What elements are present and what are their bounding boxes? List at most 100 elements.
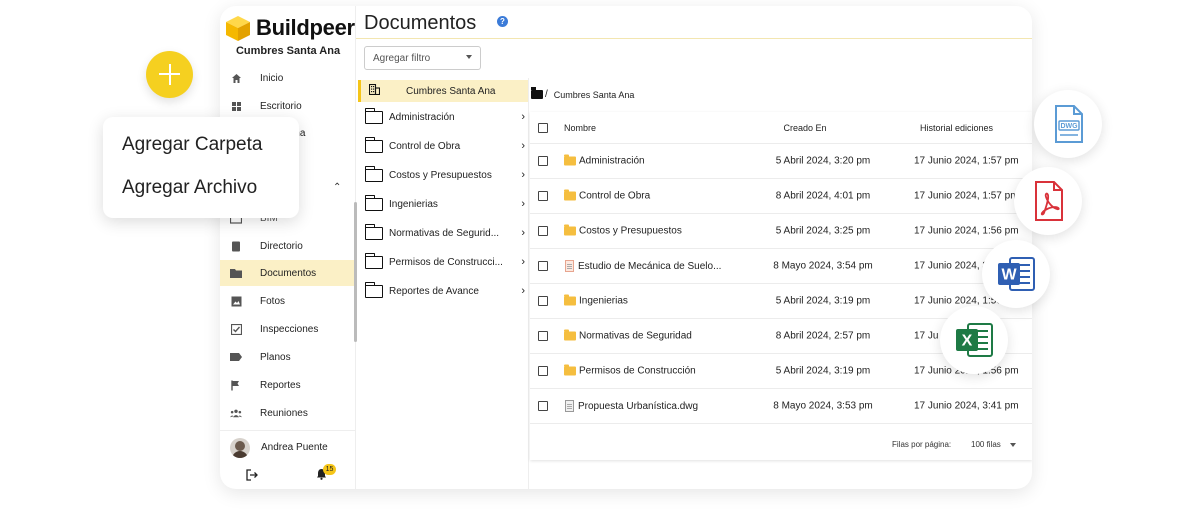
tree-item[interactable]: Ingenierias › <box>364 194 525 214</box>
pdf-file-icon <box>1035 181 1063 221</box>
brand[interactable]: Buildpeer <box>224 12 355 44</box>
row-created: 5 Abril 2024, 3:25 pm <box>775 225 871 237</box>
row-created: 5 Abril 2024, 3:19 pm <box>775 295 871 307</box>
table-row[interactable]: Costos y Presupuestos 5 Abril 2024, 3:25… <box>530 214 1032 249</box>
brand-name: Buildpeer <box>256 15 355 40</box>
row-checkbox[interactable] <box>538 366 548 376</box>
row-checkbox[interactable] <box>538 261 548 271</box>
table-header: Nombre Creado En Historial ediciones <box>530 112 1032 144</box>
chevron-right-icon[interactable]: › <box>513 169 525 181</box>
sidebar-item-fotos[interactable]: Fotos <box>220 288 356 314</box>
sidebar-item-inicio[interactable]: Inicio <box>220 65 356 91</box>
table-row[interactable]: Control de Obra 8 Abril 2024, 4:01 pm 17… <box>530 179 1032 214</box>
folder-icon <box>564 364 576 376</box>
chevron-right-icon[interactable]: › <box>513 285 525 297</box>
row-checkbox[interactable] <box>538 401 548 411</box>
tree-item-label: Costos y Presupuestos <box>389 169 492 181</box>
tree-item[interactable]: Reportes de Avance › <box>364 281 525 301</box>
chevron-right-icon[interactable]: › <box>513 198 525 210</box>
sidebar-item-label: Reportes <box>260 379 301 391</box>
row-name-text: Administración <box>579 155 645 167</box>
caret-down-icon[interactable] <box>1010 443 1016 447</box>
tree-root-label: Cumbres Santa Ana <box>406 85 496 97</box>
folder-icon <box>564 154 576 166</box>
chevron-right-icon[interactable]: › <box>513 111 525 123</box>
sidebar-item-reuniones[interactable]: Reuniones <box>220 400 356 426</box>
book-icon <box>230 240 242 252</box>
sidebar-item-directorio[interactable]: Directorio <box>220 233 356 259</box>
dwg-file-icon <box>565 400 574 412</box>
sidebar: Buildpeer Cumbres Santa Ana Inicio Escri… <box>220 6 357 489</box>
dwg-file-badge: DWG <box>1034 90 1102 158</box>
excel-file-badge: X <box>940 306 1008 374</box>
row-name: Costos y Presupuestos <box>564 224 682 237</box>
select-all-checkbox[interactable] <box>538 122 548 133</box>
row-name-text: Normativas de Seguridad <box>579 330 692 342</box>
tree-item-label: Permisos de Construcci... <box>389 256 503 268</box>
tree-item[interactable]: Permisos de Construcci... › <box>364 252 525 272</box>
sidebar-item-documentos[interactable]: Documentos <box>220 260 356 286</box>
tree-root[interactable]: Cumbres Santa Ana <box>358 80 528 102</box>
sidebar-item-label: Documentos <box>260 267 317 279</box>
row-created: 8 Mayo 2024, 3:53 pm <box>773 400 873 412</box>
sidebar-item-label: Inspecciones <box>260 323 319 335</box>
tree-item-label: Reportes de Avance <box>389 285 479 297</box>
breadcrumb-separator: / <box>545 89 548 100</box>
row-name-text: Costos y Presupuestos <box>579 225 682 237</box>
menu-item-add-folder[interactable]: Agregar Carpeta <box>122 134 262 156</box>
logout-icon[interactable] <box>246 469 259 484</box>
add-filter-select[interactable]: Agregar filtro <box>364 46 481 70</box>
row-checkbox[interactable] <box>538 226 548 236</box>
sidebar-item-inspecciones[interactable]: Inspecciones <box>220 316 356 342</box>
column-header-history[interactable]: Historial ediciones <box>902 123 1032 133</box>
chevron-right-icon[interactable]: › <box>513 227 525 239</box>
row-name-text: Ingenierias <box>579 295 628 307</box>
menu-item-add-file[interactable]: Agregar Archivo <box>122 177 257 199</box>
chevron-right-icon[interactable]: › <box>513 140 525 152</box>
label-icon <box>230 351 242 363</box>
breadcrumb-item[interactable]: Cumbres Santa Ana <box>554 90 635 100</box>
add-button[interactable] <box>146 51 193 98</box>
tree-item[interactable]: Administración › <box>364 107 525 127</box>
word-file-badge: W <box>982 240 1050 308</box>
folder-outline-icon <box>364 165 383 182</box>
row-name: Administración <box>564 154 645 167</box>
stage: Buildpeer Cumbres Santa Ana Inicio Escri… <box>0 0 1199 530</box>
tree-item[interactable]: Costos y Presupuestos › <box>364 165 525 185</box>
sidebar-item-planos[interactable]: Planos <box>220 344 356 370</box>
help-icon[interactable]: ? <box>497 16 508 27</box>
tree-item[interactable]: Normativas de Segurid... › <box>364 223 525 243</box>
column-header-name[interactable]: Nombre <box>564 123 596 133</box>
people-icon <box>230 407 242 419</box>
folder-outline-icon <box>364 281 383 298</box>
rows-per-page-select[interactable]: 100 filas <box>971 440 1001 449</box>
folder-outline-icon <box>364 194 383 211</box>
folder-outline-icon <box>364 136 383 153</box>
row-checkbox[interactable] <box>538 191 548 201</box>
row-checkbox[interactable] <box>538 331 548 341</box>
folder-icon <box>564 294 576 306</box>
column-header-created[interactable]: Creado En <box>730 123 880 133</box>
row-checkbox[interactable] <box>538 296 548 306</box>
row-checkbox[interactable] <box>538 156 548 166</box>
table-row[interactable]: Administración 5 Abril 2024, 3:20 pm 17 … <box>530 144 1032 179</box>
breadcrumb: / Cumbres Santa Ana <box>531 87 635 100</box>
sidebar-item-label: Escritorio <box>260 100 302 112</box>
row-created: 8 Mayo 2024, 3:54 pm <box>773 260 873 272</box>
sidebar-item-escritorio[interactable]: Escritorio <box>220 93 356 119</box>
row-name: Ingenierias <box>564 294 628 307</box>
table-row[interactable]: Propuesta Urbanística.dwg 8 Mayo 2024, 3… <box>530 389 1032 424</box>
sidebar-item-reportes[interactable]: Reportes <box>220 372 356 398</box>
user-profile[interactable]: Andrea Puente <box>220 430 356 460</box>
table-row[interactable]: Estudio de Mecánica de Suelo... 8 Mayo 2… <box>530 249 1032 284</box>
row-created: 8 Abril 2024, 2:57 pm <box>775 330 871 342</box>
add-filter-label: Agregar filtro <box>373 52 431 64</box>
documents-table: Nombre Creado En Historial ediciones Adm… <box>530 112 1032 460</box>
building-icon <box>368 83 381 98</box>
image-icon <box>230 295 242 307</box>
tree-item[interactable]: Control de Obra › <box>364 136 525 156</box>
chevron-right-icon[interactable]: › <box>513 256 525 268</box>
word-badge-text: W <box>1001 267 1017 284</box>
row-name: Estudio de Mecánica de Suelo... <box>564 260 721 272</box>
sidebar-item-label: Reuniones <box>260 407 308 419</box>
